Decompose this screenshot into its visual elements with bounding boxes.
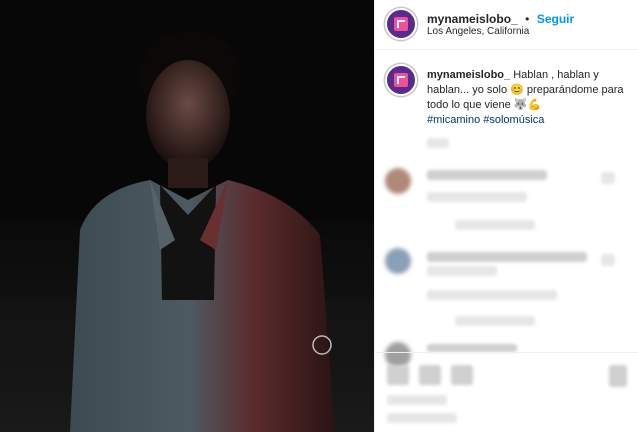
comment-avatar-blurred: [385, 248, 411, 274]
post-caption: mynameislobo_ Hablan , hablan y hablan..…: [427, 68, 627, 128]
comment-like-blurred: [601, 254, 615, 266]
location-link[interactable]: Los Angeles, California: [427, 26, 529, 37]
comment-like-blurred: [601, 172, 615, 184]
comment-meta-blurred: [427, 290, 557, 300]
comment-icon[interactable]: [419, 365, 441, 385]
comment-text-blurred: [427, 344, 517, 352]
comment-text-blurred: [427, 192, 527, 202]
header-username[interactable]: mynameislobo_: [427, 12, 518, 26]
avatar-logo-icon: [394, 17, 408, 31]
follow-button[interactable]: Seguir: [537, 12, 574, 26]
caption-avatar[interactable]: [385, 64, 417, 96]
caption-username[interactable]: mynameislobo_: [427, 69, 510, 81]
post-date-blurred: [387, 413, 457, 423]
avatar[interactable]: [385, 8, 417, 40]
caption-avatar-logo-icon: [394, 73, 408, 87]
post-photo[interactable]: [0, 0, 374, 432]
header-separator: •: [525, 12, 530, 26]
heart-icon[interactable]: [387, 365, 409, 385]
caption-hashtags[interactable]: #micamino #solomúsica: [427, 114, 544, 126]
comment-text-blurred: [427, 252, 587, 262]
post-photo-illustration: [0, 0, 374, 432]
comment-replies-blurred: [455, 220, 535, 230]
comment-text-blurred: [427, 266, 497, 276]
post-actions: [375, 352, 638, 432]
caption-timestamp-blurred: [427, 138, 449, 148]
share-icon[interactable]: [451, 365, 473, 385]
comment-avatar-blurred: [385, 168, 411, 194]
post-sidebar: mynameislobo_ • Seguir Los Angeles, Cali…: [374, 0, 638, 432]
comment-text-blurred: [427, 170, 547, 180]
comment-replies-blurred: [455, 316, 535, 326]
bookmark-icon[interactable]: [609, 365, 627, 387]
post-header: mynameislobo_ • Seguir Los Angeles, Cali…: [375, 0, 638, 50]
likes-count-blurred: [387, 395, 447, 405]
